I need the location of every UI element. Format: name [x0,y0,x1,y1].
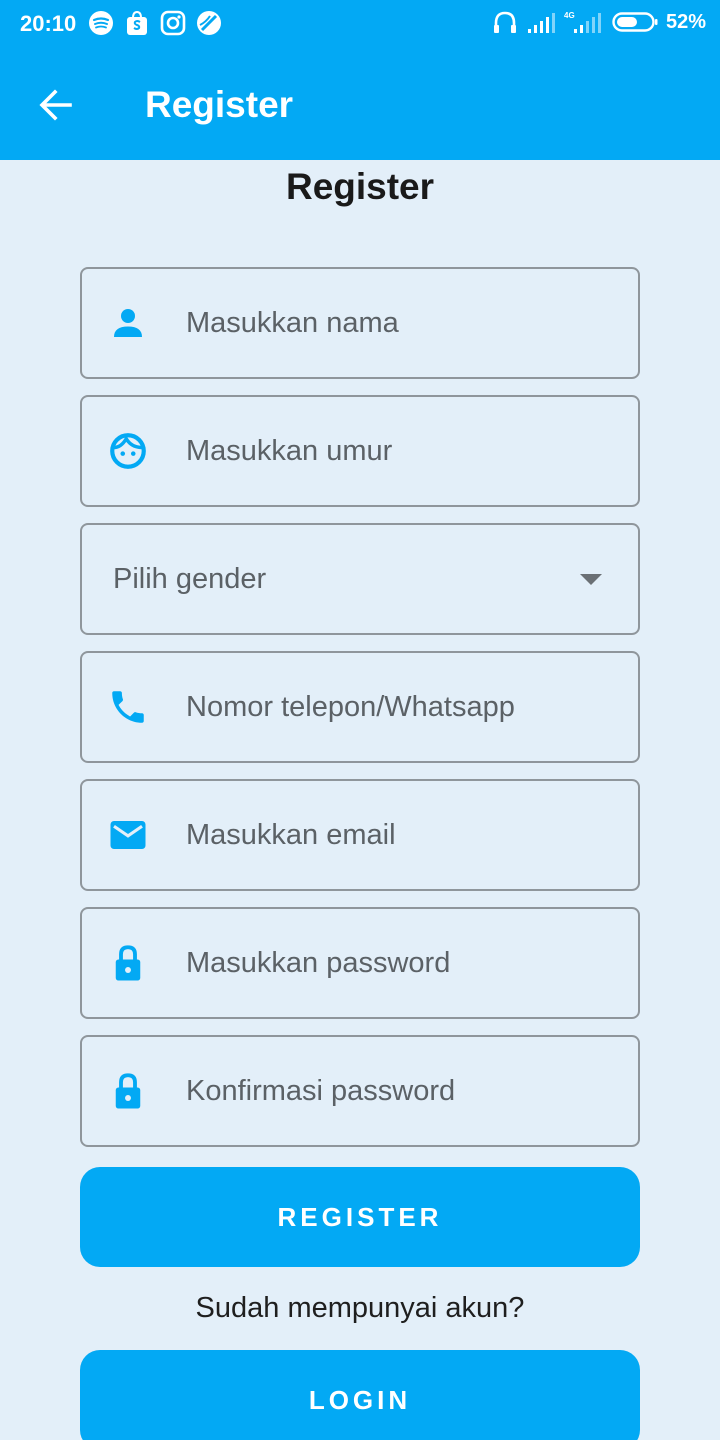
shopee-icon [127,10,147,35]
instagram-icon [160,10,186,36]
app-bar: Register [0,50,720,160]
status-time: 20:10 [20,11,77,36]
back-button[interactable] [34,83,78,127]
register-button[interactable]: REGISTER [80,1167,640,1267]
chevron-down-icon [580,574,602,585]
signal-icon [527,13,555,33]
status-bar: 20:10 4G 52% [0,0,720,50]
svg-text:4G: 4G [564,11,575,20]
app-bar-title: Register [145,84,294,125]
lock-icon [106,941,150,985]
confirm-password-placeholder: Konfirmasi password [186,1075,456,1107]
phone-field[interactable]: Nomor telepon/Whatsapp [80,651,640,763]
email-placeholder: Masukkan email [186,819,396,851]
name-field[interactable]: Masukkan nama [80,267,640,379]
status-notification-icons [88,10,222,36]
phone-placeholder: Nomor telepon/Whatsapp [186,691,515,723]
age-placeholder: Masukkan umur [186,435,393,467]
page-title: Register [285,166,435,207]
gender-select[interactable]: Pilih gender [80,523,640,635]
password-field[interactable]: Masukkan password [80,907,640,1019]
name-placeholder: Masukkan nama [186,307,399,339]
email-field[interactable]: Masukkan email [80,779,640,891]
headphones-icon [493,11,516,33]
spotify-icon [89,11,113,35]
signal-4g-icon: 4G [564,11,601,33]
gender-placeholder: Pilih gender [113,563,267,595]
arrow-left-icon [39,89,72,121]
battery-icon [612,12,658,32]
password-placeholder: Masukkan password [186,947,451,979]
browser-icon [197,11,221,35]
status-system-icons: 4G 52% [492,10,706,34]
mail-icon [106,813,150,857]
phone-icon [106,685,150,729]
have-account-text: Sudah mempunyai akun? [195,1292,525,1324]
login-button[interactable]: LOGIN [80,1350,640,1440]
face-icon [106,429,150,473]
battery-level: 52% [665,10,706,33]
age-field[interactable]: Masukkan umur [80,395,640,507]
confirm-password-field[interactable]: Konfirmasi password [80,1035,640,1147]
lock-icon [106,1069,150,1113]
person-icon [106,301,150,345]
